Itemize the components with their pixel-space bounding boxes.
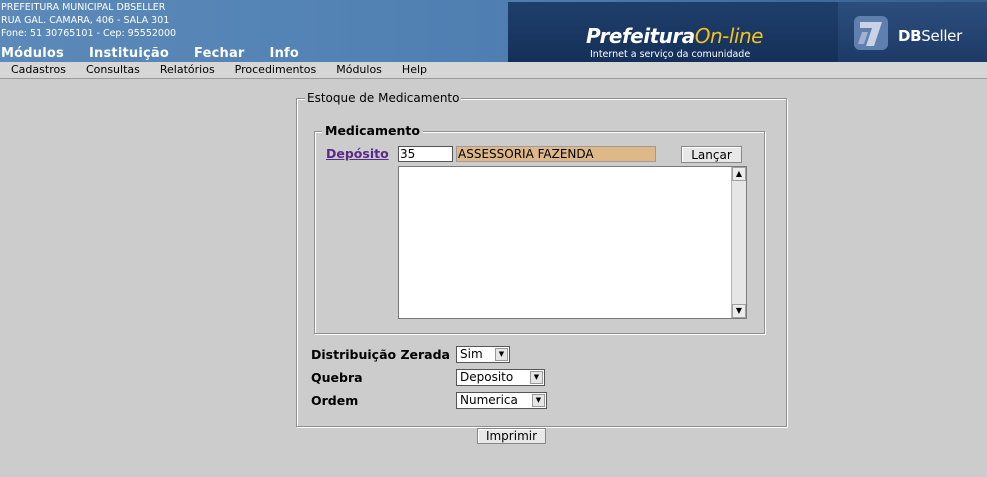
- imprimir-button[interactable]: Imprimir: [477, 428, 546, 444]
- quebra-value: Deposito: [460, 370, 514, 384]
- menu-relatorios[interactable]: Relatórios: [160, 62, 215, 78]
- menu-cadastros[interactable]: Cadastros: [11, 62, 66, 78]
- address-line-1: PREFEITURA MUNICIPAL DBSELLER: [1, 2, 166, 13]
- chevron-down-icon: ▼: [495, 348, 508, 361]
- page-title: Estoque de Medicamento: [305, 91, 462, 105]
- menu-consultas[interactable]: Consultas: [86, 62, 140, 78]
- address-line-3: Fone: 51 30765101 - Cep: 95552000: [1, 28, 177, 39]
- logo-main-text: Prefeitura: [586, 24, 695, 48]
- distribuicao-select[interactable]: Sim ▼: [456, 346, 510, 363]
- chevron-down-icon: ▼: [530, 371, 543, 384]
- ordem-label: Ordem: [311, 393, 359, 408]
- top-menu: Módulos Instituição Fechar Info: [0, 46, 324, 61]
- dbseller-mark-icon: [854, 16, 888, 50]
- deposito-list[interactable]: ▲ ▼: [398, 166, 747, 319]
- brand-rest: Seller: [921, 27, 962, 45]
- deposito-code-input[interactable]: 35: [398, 146, 453, 162]
- menu-help[interactable]: Help: [402, 62, 427, 78]
- distribuicao-value: Sim: [460, 347, 483, 361]
- top-menu-info[interactable]: Info: [270, 46, 299, 61]
- menubar: Cadastros Consultas Relatórios Procedime…: [0, 62, 987, 79]
- medicamento-legend: Medicamento: [322, 123, 423, 138]
- lancar-button[interactable]: Lançar: [681, 146, 742, 163]
- dbseller-logo: DBSeller: [838, 2, 987, 62]
- top-menu-fechar[interactable]: Fechar: [194, 46, 245, 61]
- ordem-value: Numerica: [460, 393, 518, 407]
- top-menu-instituicao[interactable]: Instituição: [89, 46, 169, 61]
- quebra-select[interactable]: Deposito ▼: [456, 369, 545, 386]
- menu-procedimentos[interactable]: Procedimentos: [235, 62, 317, 78]
- logo-accent-text: On-line: [694, 24, 764, 48]
- institution-address: PREFEITURA MUNICIPAL DBSELLER RUA GAL. C…: [1, 1, 176, 40]
- deposito-link[interactable]: Depósito: [326, 146, 389, 161]
- distribuicao-label: Distribuição Zerada: [311, 347, 450, 362]
- brand-bold: DB: [898, 27, 922, 45]
- quebra-label: Quebra: [311, 370, 363, 385]
- menu-modulos[interactable]: Módulos: [336, 62, 382, 78]
- address-line-2: RUA GAL. CAMARA, 406 - SALA 301: [1, 15, 170, 26]
- deposito-description-field: ASSESSORIA FAZENDA: [456, 146, 656, 162]
- top-menu-modulos[interactable]: Módulos: [1, 46, 64, 61]
- header-banner: PREFEITURA MUNICIPAL DBSELLER RUA GAL. C…: [0, 0, 987, 62]
- logo-tagline: Internet a serviço da comunidade: [590, 49, 751, 60]
- ordem-select[interactable]: Numerica ▼: [456, 392, 547, 409]
- scroll-up-icon[interactable]: ▲: [732, 167, 746, 181]
- list-scrollbar[interactable]: ▲ ▼: [731, 167, 746, 318]
- prefeitura-online-logo: PrefeituraOn-line Internet a serviço da …: [508, 2, 838, 62]
- scroll-down-icon[interactable]: ▼: [732, 304, 746, 318]
- chevron-down-icon: ▼: [532, 394, 545, 407]
